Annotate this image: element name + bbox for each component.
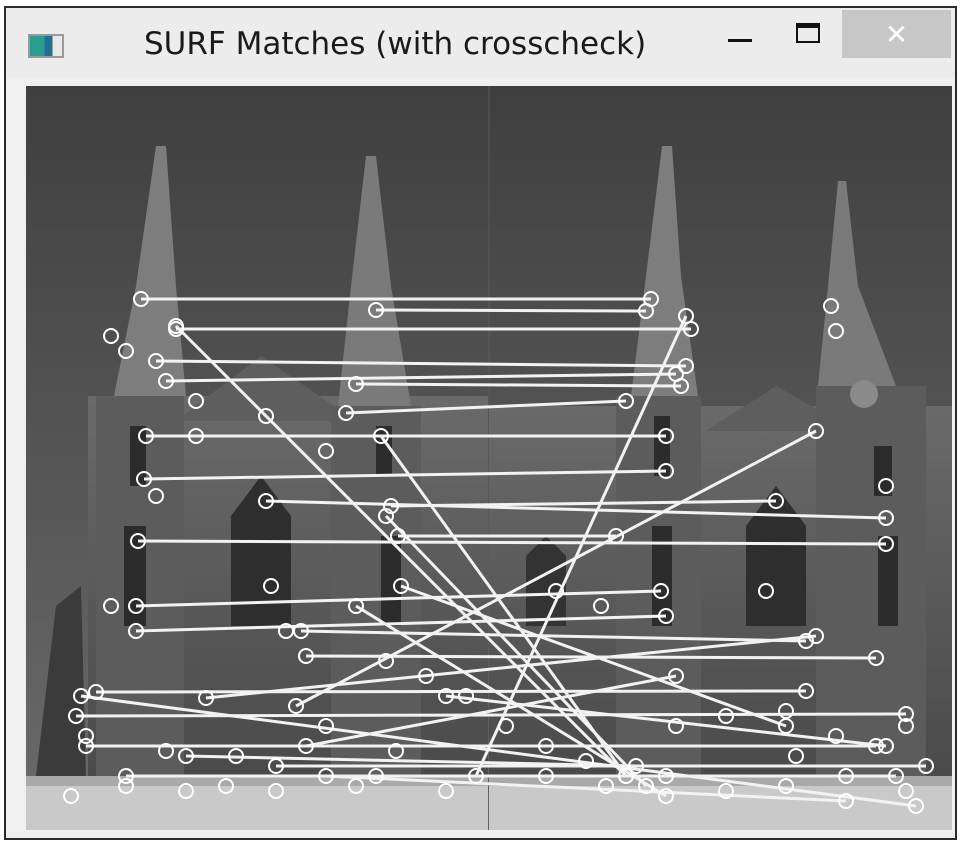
match-line bbox=[355, 382, 682, 388]
minimize-icon bbox=[728, 38, 752, 42]
close-button[interactable]: ✕ bbox=[842, 10, 951, 58]
opencv-window-icon[interactable] bbox=[28, 34, 64, 58]
image-display bbox=[26, 86, 952, 830]
feature-match-image bbox=[26, 86, 952, 830]
close-icon: ✕ bbox=[884, 17, 909, 51]
maximize-icon bbox=[796, 23, 820, 43]
title-bar[interactable]: SURF Matches (with crosscheck) ✕ bbox=[6, 8, 955, 78]
match-line bbox=[375, 308, 647, 313]
minimize-button[interactable] bbox=[716, 8, 764, 58]
window-title: SURF Matches (with crosscheck) bbox=[144, 26, 647, 62]
maximize-button[interactable] bbox=[784, 8, 832, 58]
opencv-window: SURF Matches (with crosscheck) ✕ bbox=[4, 6, 957, 840]
